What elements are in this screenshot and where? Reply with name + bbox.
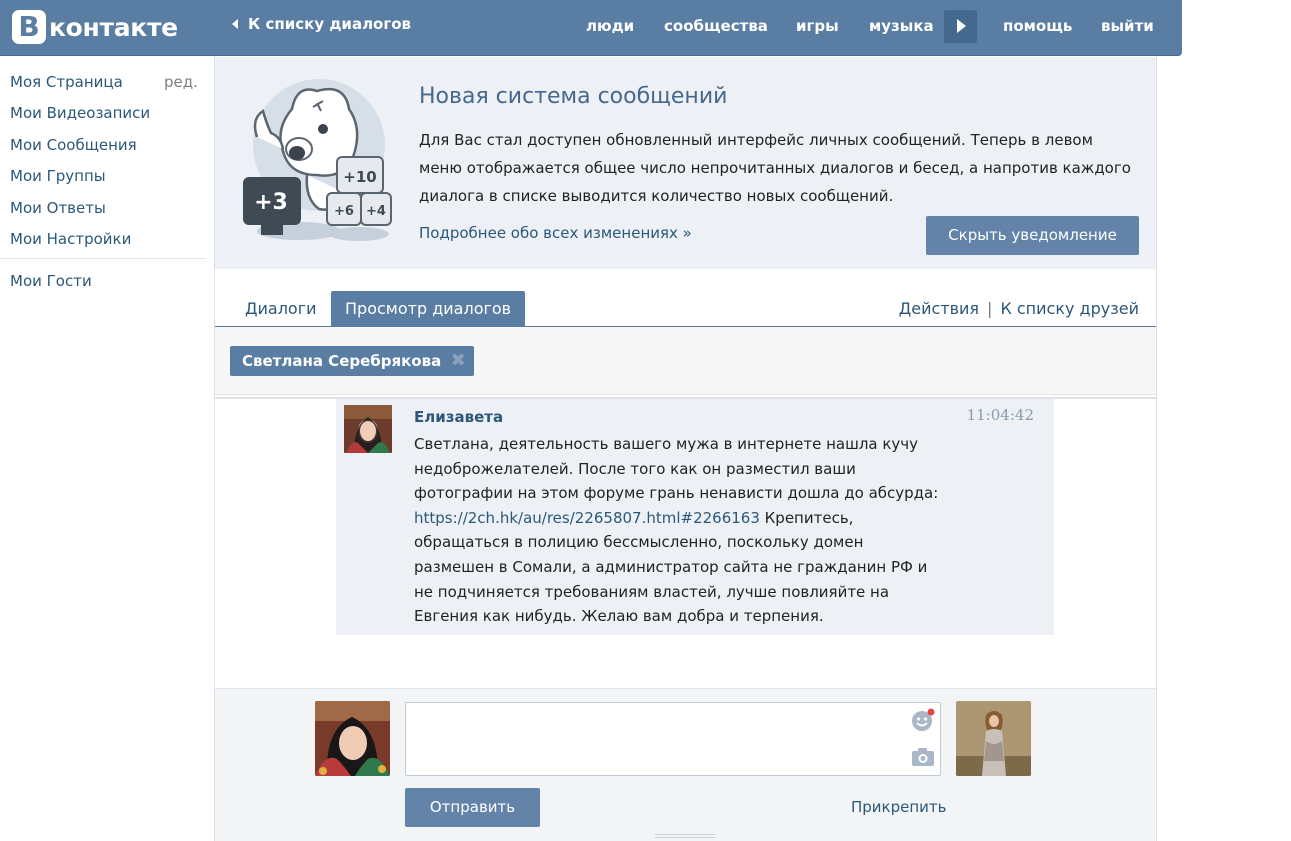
tab-view-dialogs[interactable]: Просмотр диалогов (331, 291, 526, 326)
menu-my-messages[interactable]: Мои Сообщения (10, 136, 137, 154)
back-to-dialogs-label: К списку диалогов (248, 15, 411, 33)
peer-avatar-photo (956, 701, 1031, 776)
menu-my-settings[interactable]: Мои Настройки (10, 230, 131, 248)
message-author[interactable]: Елизавета (414, 408, 503, 426)
vk-logo[interactable]: В контакте (12, 9, 178, 45)
chevron-left-icon (232, 19, 238, 29)
menu-my-answers[interactable]: Мои Ответы (10, 199, 106, 217)
notice-more-link[interactable]: Подробнее обо всех изменениях » (419, 224, 692, 242)
recipient-name: Светлана Серебрякова (242, 352, 442, 370)
notice-text: Для Вас стал доступен обновленный интерф… (419, 131, 1131, 205)
avatar[interactable] (344, 405, 392, 453)
smile-icon[interactable] (911, 708, 935, 732)
tab-actions-group: Действия | К списку друзей (899, 299, 1139, 318)
message-text-before: Светлана, деятельность вашего мужа в инт… (414, 435, 939, 503)
badge-plus4: +4 (366, 204, 386, 219)
menu-my-page[interactable]: Моя Страница (10, 73, 123, 91)
hide-notice-button[interactable]: Скрыть уведомление (926, 216, 1139, 255)
avatar[interactable] (956, 701, 1031, 776)
nav-music[interactable]: музыка (869, 0, 934, 56)
tab-dialogs[interactable]: Диалоги (231, 291, 331, 326)
nav-games[interactable]: игры (796, 0, 839, 56)
actions-separator: | (987, 299, 993, 318)
recipient-area: Светлана Серебрякова ✖ (215, 327, 1156, 395)
music-play-button[interactable] (944, 10, 977, 43)
message-link[interactable]: https://2ch.hk/au/res/2265807.html#22661… (414, 509, 760, 527)
vk-logo-text: контакте (49, 12, 178, 42)
send-button[interactable]: Отправить (405, 788, 540, 827)
message-text: Светлана, деятельность вашего мужа в инт… (414, 432, 944, 629)
camera-icon[interactable] (911, 746, 935, 768)
menu-my-groups[interactable]: Мои Группы (10, 167, 106, 185)
play-icon (957, 19, 966, 33)
resize-handle[interactable] (655, 834, 715, 838)
vk-logo-mark: В (12, 10, 46, 44)
message-input[interactable] (405, 702, 941, 776)
badge-plus6: +6 (334, 204, 354, 219)
menu-my-videos[interactable]: Мои Видеозаписи (10, 104, 150, 122)
top-header: В контакте К списку диалогов люди сообще… (0, 0, 1182, 56)
main-border-right (1156, 56, 1157, 841)
back-to-dialogs-link[interactable]: К списку диалогов (232, 15, 411, 33)
nav-logout[interactable]: выйти (1101, 0, 1154, 56)
author-avatar-photo (344, 405, 392, 453)
nav-people[interactable]: люди (586, 0, 634, 56)
message-time[interactable]: 11:04:42 (967, 406, 1034, 424)
new-messages-notice: +3 +10 +6 +4 Новая система сообщений Для… (215, 57, 1156, 269)
my-avatar-photo (315, 701, 390, 776)
dialog-tabs: Диалоги Просмотр диалогов Действия | К с… (215, 270, 1156, 327)
menu-my-guests[interactable]: Мои Гости (10, 272, 92, 290)
message-item[interactable]: Елизавета 11:04:42 Светлана, деятельност… (336, 399, 1054, 635)
actions-link[interactable]: Действия (899, 299, 979, 318)
badge-plus10: +10 (343, 168, 376, 186)
close-icon[interactable]: ✖ (450, 352, 466, 370)
attach-link[interactable]: Прикрепить (851, 798, 947, 816)
avatar[interactable] (315, 701, 390, 776)
badge-plus3: +3 (254, 190, 288, 215)
nav-communities[interactable]: сообщества (664, 0, 768, 56)
menu-edit-link[interactable]: ред. (164, 73, 198, 91)
vk-dog-mascot-illustration: +3 +10 +6 +4 (243, 79, 392, 241)
recipient-chip[interactable]: Светлана Серебрякова ✖ (230, 346, 475, 376)
message-composer: Отправить Прикрепить (215, 688, 1156, 841)
friends-list-link[interactable]: К списку друзей (1000, 299, 1139, 318)
notice-title: Новая система сообщений (419, 84, 728, 109)
nav-help[interactable]: помощь (1003, 0, 1072, 56)
menu-divider (0, 258, 206, 259)
